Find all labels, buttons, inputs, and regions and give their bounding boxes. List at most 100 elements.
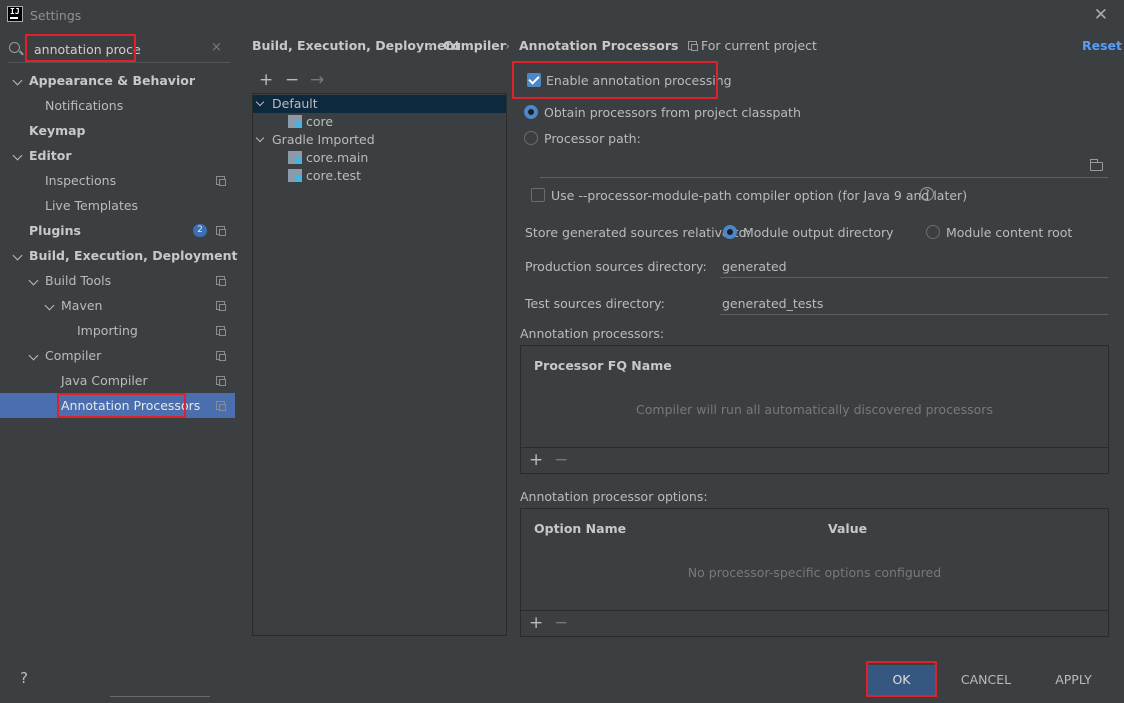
module-label: core: [306, 114, 334, 129]
chevron-down-icon[interactable]: [255, 97, 265, 107]
breadcrumb-separator: ›: [505, 38, 510, 53]
search-divider: [8, 62, 230, 63]
project-scope-icon: [216, 376, 226, 386]
annotation-processors-label: Annotation processors:: [520, 326, 665, 341]
chevron-down-icon[interactable]: [255, 133, 265, 143]
production-sources-field[interactable]: [720, 256, 1108, 278]
chevron-down-icon[interactable]: [44, 300, 55, 311]
reset-link[interactable]: Reset: [1082, 38, 1122, 53]
processor-options-label: Annotation processor options:: [520, 489, 708, 504]
search-icon: [9, 42, 20, 53]
plugins-update-badge: 2: [193, 224, 207, 237]
chevron-down-icon[interactable]: [12, 250, 23, 261]
breadcrumb-item[interactable]: Compiler: [443, 38, 506, 53]
store-sources-label: Store generated sources relative to:: [525, 225, 751, 240]
sidebar-item-label: Maven: [61, 298, 103, 313]
move-to-profile-button[interactable]: →: [310, 70, 324, 90]
production-sources-input[interactable]: [720, 256, 1108, 277]
processor-path-label: Processor path:: [544, 131, 641, 146]
obtain-label: Obtain processors from project classpath: [544, 105, 801, 120]
module-icon: [288, 151, 302, 164]
background-window-edge: [110, 696, 210, 703]
settings-tree: Appearance & Behavior Notifications Keym…: [0, 68, 237, 418]
sidebar-item-java-compiler[interactable]: Java Compiler: [0, 368, 235, 393]
checkbox-checked[interactable]: [527, 73, 541, 87]
search-input[interactable]: [26, 37, 206, 61]
sidebar-item-label: Plugins: [29, 223, 81, 238]
processor-path-radio[interactable]: [524, 131, 538, 145]
sidebar-item-build-tools[interactable]: Build Tools: [0, 268, 235, 293]
profile-label: Gradle Imported: [272, 132, 375, 147]
sidebar-item-label: Annotation Processors: [61, 398, 201, 413]
apply-button[interactable]: APPLY: [1040, 665, 1107, 695]
sidebar-item-inspections[interactable]: Inspections: [0, 168, 235, 193]
sidebar-item-importing[interactable]: Importing: [0, 318, 235, 343]
sidebar-item-label: Compiler: [45, 348, 102, 363]
module-content-radio[interactable]: [926, 225, 940, 239]
sidebar-item-label: Build Tools: [45, 273, 112, 288]
column-header-value[interactable]: Value: [828, 521, 867, 536]
test-sources-input[interactable]: [720, 293, 1108, 314]
module-output-radio[interactable]: [723, 225, 737, 239]
profile-gradle-imported[interactable]: Gradle Imported: [253, 131, 506, 149]
module-output-label: Module output directory: [743, 225, 894, 240]
dialog-footer: ? OK CANCEL APPLY: [0, 653, 1124, 703]
profile-module[interactable]: core.test: [253, 167, 506, 185]
sidebar-item-build[interactable]: Build, Execution, Deployment: [0, 243, 237, 268]
sidebar-item-plugins[interactable]: Plugins 2: [0, 218, 235, 243]
processors-table: Processor FQ Name Compiler will run all …: [520, 345, 1109, 448]
processors-table-toolbar: + −: [520, 448, 1109, 474]
profile-module[interactable]: core: [253, 113, 506, 131]
profile-default[interactable]: Default: [253, 95, 506, 113]
sidebar-item-label: Inspections: [45, 173, 117, 188]
sidebar-item-notifications[interactable]: Notifications: [0, 93, 235, 118]
chevron-down-icon[interactable]: [28, 275, 39, 286]
sidebar-item-label: Importing: [77, 323, 138, 338]
obtain-from-classpath-radio[interactable]: [524, 105, 538, 119]
column-header-fq-name[interactable]: Processor FQ Name: [534, 358, 672, 373]
remove-option-button[interactable]: −: [554, 613, 568, 633]
remove-processor-button[interactable]: −: [554, 450, 568, 470]
help-button[interactable]: ?: [20, 669, 28, 687]
breadcrumb-separator: ›: [428, 38, 433, 53]
column-header-option-name[interactable]: Option Name: [534, 521, 626, 536]
sidebar-item-label: Appearance & Behavior: [29, 73, 195, 88]
chevron-down-icon[interactable]: [28, 350, 39, 361]
remove-profile-button[interactable]: −: [285, 70, 299, 90]
add-profile-button[interactable]: +: [259, 70, 273, 90]
sidebar-item-maven[interactable]: Maven: [0, 293, 235, 318]
search-row: ×: [0, 36, 235, 62]
processor-path-input[interactable]: [540, 156, 1108, 177]
sidebar-item-label: Notifications: [45, 98, 124, 113]
sidebar-item-annotation-processors[interactable]: Annotation Processors: [0, 393, 235, 418]
module-label: core.test: [306, 168, 362, 183]
chevron-down-icon[interactable]: [12, 75, 23, 86]
project-scope-icon: [216, 301, 226, 311]
add-option-button[interactable]: +: [529, 613, 543, 633]
sidebar-item-editor[interactable]: Editor: [0, 143, 235, 168]
sidebar-item-label: Java Compiler: [61, 373, 148, 388]
sidebar-item-appearance[interactable]: Appearance & Behavior: [0, 68, 235, 93]
empty-table-message: No processor-specific options configured: [687, 565, 942, 580]
sidebar-item-live-templates[interactable]: Live Templates: [0, 193, 235, 218]
chevron-down-icon[interactable]: [12, 150, 23, 161]
ok-button[interactable]: OK: [868, 665, 935, 695]
project-scope-icon: [216, 401, 226, 411]
sidebar-item-keymap[interactable]: Keymap: [0, 118, 235, 143]
clear-search-icon[interactable]: ×: [211, 40, 222, 55]
cancel-button[interactable]: CANCEL: [950, 665, 1022, 695]
help-icon[interactable]: ?: [920, 187, 934, 201]
sidebar-item-compiler[interactable]: Compiler: [0, 343, 235, 368]
profiles-tree: Default core Gradle Imported core.main c…: [252, 93, 507, 636]
project-scope-icon: [216, 351, 226, 361]
add-processor-button[interactable]: +: [529, 450, 543, 470]
close-icon[interactable]: ✕: [1094, 5, 1108, 25]
folder-icon[interactable]: [1090, 159, 1103, 171]
module-path-checkbox[interactable]: [531, 188, 545, 202]
profiles-toolbar: + − →: [253, 68, 506, 94]
processor-path-field[interactable]: [540, 156, 1108, 178]
profile-module[interactable]: core.main: [253, 149, 506, 167]
test-sources-field[interactable]: [720, 293, 1108, 315]
project-scope-icon: [216, 326, 226, 336]
module-label: core.main: [306, 150, 369, 165]
